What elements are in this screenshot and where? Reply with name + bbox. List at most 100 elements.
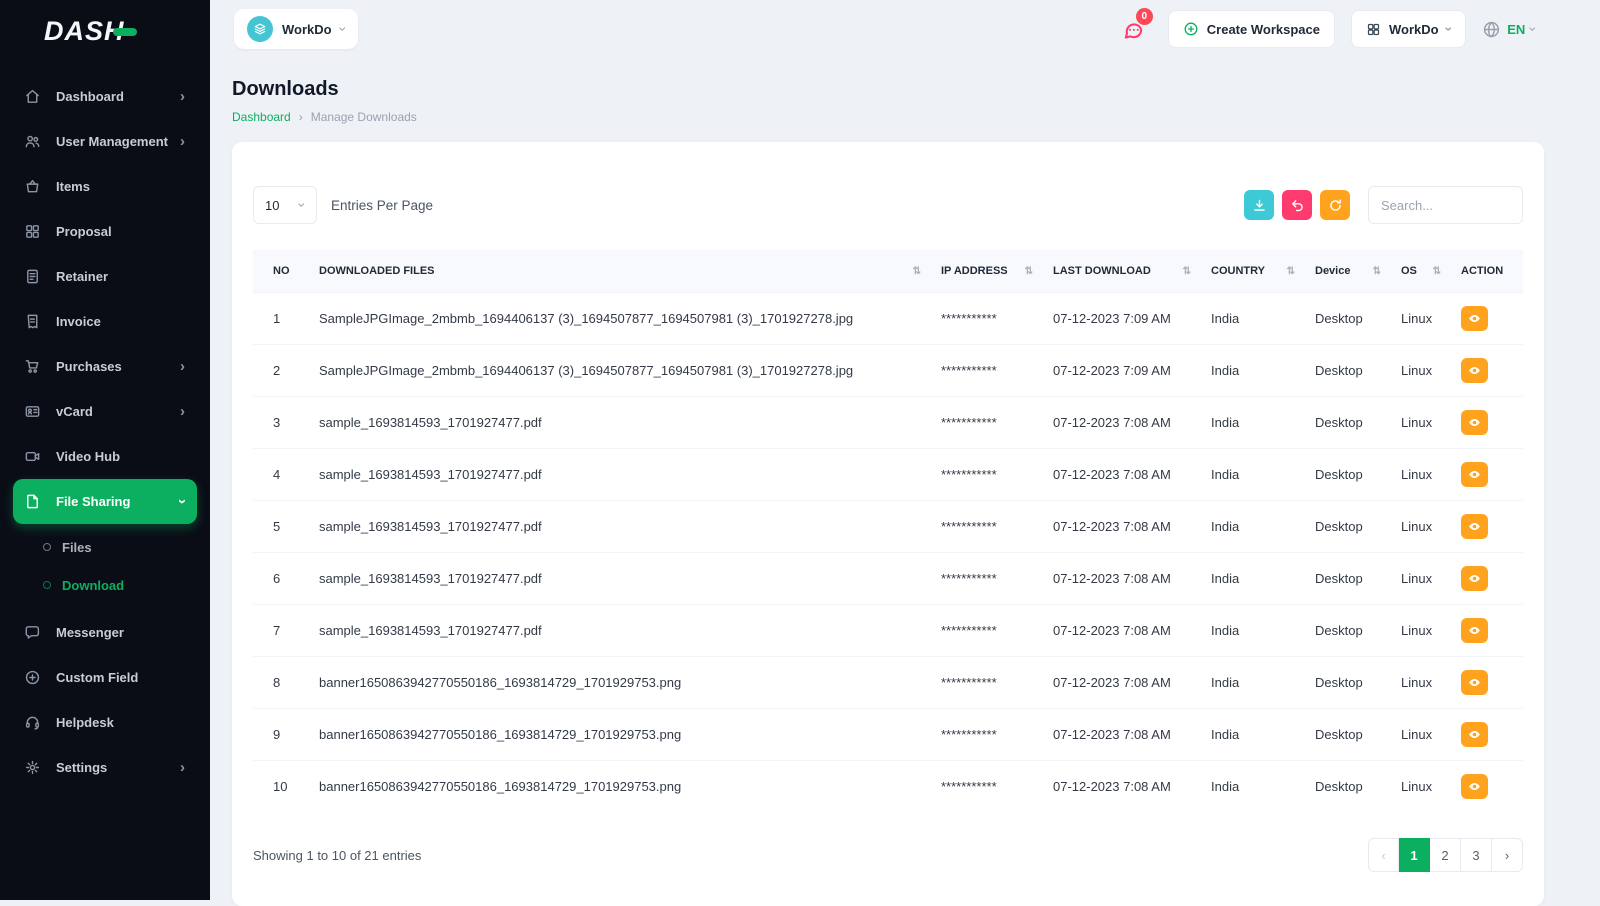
- cell-downloaded-file: banner1650863942770550186_1693814729_170…: [309, 761, 931, 813]
- cell-downloaded-file: sample_1693814593_1701927477.pdf: [309, 397, 931, 449]
- sidebar-item-settings[interactable]: Settings›: [13, 745, 197, 790]
- eye-icon: [1468, 416, 1481, 429]
- column-header-no: NO: [253, 250, 309, 293]
- workspace-selector[interactable]: WorkDo ›: [234, 9, 358, 49]
- sidebar-item-label: Proposal: [56, 224, 112, 239]
- column-header-ip-address[interactable]: IP ADDRESS⇅: [931, 250, 1043, 293]
- view-button[interactable]: [1461, 566, 1488, 591]
- view-button[interactable]: [1461, 618, 1488, 643]
- users-icon: [24, 133, 41, 150]
- cell-no: 8: [253, 657, 309, 709]
- view-button[interactable]: [1461, 774, 1488, 799]
- view-button[interactable]: [1461, 410, 1488, 435]
- downloads-table: NO DOWNLOADED FILES⇅IP ADDRESS⇅LAST DOWNL…: [253, 250, 1523, 812]
- undo-button[interactable]: [1282, 190, 1312, 220]
- sidebar-subitem-download[interactable]: Download: [13, 566, 197, 604]
- column-header-label: NO: [273, 265, 290, 277]
- sidebar-item-video-hub[interactable]: Video Hub: [13, 434, 197, 479]
- view-button[interactable]: [1461, 462, 1488, 487]
- sort-icon[interactable]: ⇅: [913, 266, 921, 277]
- cell-last-download: 07-12-2023 7:08 AM: [1043, 761, 1201, 813]
- table-row: 7sample_1693814593_1701927477.pdf*******…: [253, 605, 1523, 657]
- sort-icon[interactable]: ⇅: [1025, 266, 1033, 277]
- page-button-1[interactable]: 1: [1399, 838, 1430, 872]
- view-button[interactable]: [1461, 670, 1488, 695]
- entries-per-page-label: Entries Per Page: [331, 198, 433, 213]
- column-header-os[interactable]: OS ⇅: [1391, 250, 1451, 293]
- create-workspace-button[interactable]: Create Workspace: [1168, 10, 1335, 48]
- messenger-icon: [24, 624, 41, 641]
- refresh-button[interactable]: [1320, 190, 1350, 220]
- grid-icon: [1366, 22, 1381, 37]
- sidebar-item-label: Video Hub: [56, 449, 120, 464]
- sidebar-item-retainer[interactable]: Retainer: [13, 254, 197, 299]
- chevron-right-icon: ›: [180, 404, 185, 419]
- sort-icon[interactable]: ⇅: [1433, 266, 1441, 277]
- view-button[interactable]: [1461, 722, 1488, 747]
- cell-country: India: [1201, 553, 1305, 605]
- sidebar-item-user-management[interactable]: User Management›: [13, 119, 197, 164]
- sidebar-item-items[interactable]: Items: [13, 164, 197, 209]
- sort-icon[interactable]: ⇅: [1183, 266, 1191, 277]
- vcard-icon: [24, 403, 41, 420]
- table-header-row: NO DOWNLOADED FILES⇅IP ADDRESS⇅LAST DOWNL…: [253, 250, 1523, 293]
- sidebar-subitem-files[interactable]: Files: [13, 528, 197, 566]
- cell-no: 10: [253, 761, 309, 813]
- chevron-right-icon: ›: [180, 89, 185, 104]
- items-icon: [24, 178, 41, 195]
- sidebar-item-vcard[interactable]: vCard›: [13, 389, 197, 434]
- breadcrumb-dashboard-link[interactable]: Dashboard: [232, 110, 291, 124]
- undo-icon: [1290, 198, 1305, 213]
- cell-country: India: [1201, 761, 1305, 813]
- messages-button[interactable]: 0: [1116, 11, 1152, 47]
- view-button[interactable]: [1461, 358, 1488, 383]
- column-header-label: OS: [1401, 265, 1417, 277]
- sidebar-item-messenger[interactable]: Messenger: [13, 610, 197, 655]
- cell-os: Linux: [1391, 293, 1451, 345]
- sidebar-item-dashboard[interactable]: Dashboard›: [13, 74, 197, 119]
- cell-last-download: 07-12-2023 7:08 AM: [1043, 553, 1201, 605]
- sidebar-item-invoice[interactable]: Invoice: [13, 299, 197, 344]
- sort-icon[interactable]: ⇅: [1373, 266, 1381, 277]
- settings-icon: [24, 759, 41, 776]
- page-button-3[interactable]: 3: [1461, 838, 1492, 872]
- home-icon: [24, 88, 41, 105]
- sidebar-item-file-sharing[interactable]: File Sharing›: [13, 479, 197, 524]
- previous-page-button[interactable]: ‹: [1368, 838, 1399, 872]
- column-header-action: ACTION: [1451, 250, 1523, 293]
- toolbar-actions: [1244, 186, 1523, 224]
- sidebar-item-proposal[interactable]: Proposal: [13, 209, 197, 254]
- sidebar-item-purchases[interactable]: Purchases›: [13, 344, 197, 389]
- cell-ip-address: ***********: [931, 709, 1043, 761]
- cell-country: India: [1201, 449, 1305, 501]
- column-header-country[interactable]: COUNTRY⇅: [1201, 250, 1305, 293]
- search-input[interactable]: [1368, 186, 1523, 224]
- column-header-downloaded-files[interactable]: DOWNLOADED FILES⇅: [309, 250, 931, 293]
- workdo-menu-button[interactable]: WorkDo ›: [1351, 10, 1466, 48]
- cell-no: 9: [253, 709, 309, 761]
- entries-per-page-select[interactable]: 10 ›: [253, 186, 317, 224]
- table-footer: Showing 1 to 10 of 21 entries ‹ 123›: [253, 838, 1523, 872]
- cell-device: Desktop: [1305, 449, 1391, 501]
- column-header-device[interactable]: Device⇅: [1305, 250, 1391, 293]
- sidebar-item-helpdesk[interactable]: Helpdesk: [13, 700, 197, 745]
- eye-icon: [1468, 520, 1481, 533]
- page-button-2[interactable]: 2: [1430, 838, 1461, 872]
- language-selector[interactable]: EN ›: [1482, 20, 1536, 39]
- cell-action: [1451, 345, 1523, 397]
- cell-action: [1451, 605, 1523, 657]
- sidebar-item-custom-field[interactable]: Custom Field: [13, 655, 197, 700]
- cell-no: 6: [253, 553, 309, 605]
- cell-no: 4: [253, 449, 309, 501]
- cell-ip-address: ***********: [931, 397, 1043, 449]
- cell-ip-address: ***********: [931, 449, 1043, 501]
- export-button[interactable]: [1244, 190, 1274, 220]
- globe-icon: [1482, 20, 1501, 39]
- next-page-button[interactable]: ›: [1492, 838, 1523, 872]
- sort-icon[interactable]: ⇅: [1287, 266, 1295, 277]
- column-header-last-download[interactable]: LAST DOWNLOAD⇅: [1043, 250, 1201, 293]
- view-button[interactable]: [1461, 306, 1488, 331]
- view-button[interactable]: [1461, 514, 1488, 539]
- cell-ip-address: ***********: [931, 605, 1043, 657]
- app-logo[interactable]: DASH: [0, 0, 210, 62]
